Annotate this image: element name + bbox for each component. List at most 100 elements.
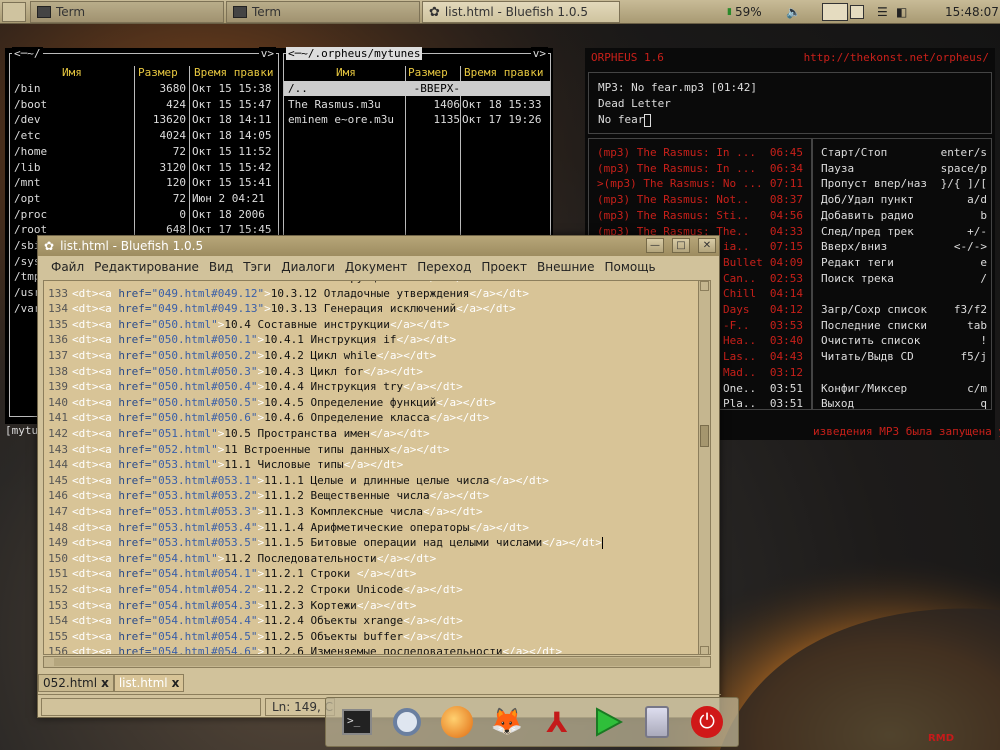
menu-1[interactable]: Редактирование [89, 260, 204, 274]
scroll-up-arrow[interactable] [700, 281, 709, 291]
file-row[interactable]: /mnt 120 Окт 15 15:41 [10, 175, 278, 190]
playlist-item[interactable]: (mp3) The Rasmus: Not.. 08:37 [593, 192, 807, 207]
code-line[interactable]: <dt><a href="050.html#050.2">10.4.2 Цикл… [72, 349, 436, 362]
file-row[interactable]: /dev 13620 Окт 18 14:11 [10, 112, 278, 127]
firefox-icon[interactable] [439, 704, 475, 740]
code-line[interactable]: <dt><a href="053.html#053.1">11.1.1 Целы… [72, 474, 549, 487]
code-line[interactable]: <dt><a href="051.html">10.5 Пространства… [72, 427, 430, 440]
playlist-item[interactable]: >(mp3) The Rasmus: No ... 07:11 [593, 176, 807, 191]
col-name[interactable]: Имя [62, 66, 82, 79]
command-item[interactable]: Вверх/вниз <-/-> [821, 239, 987, 254]
tab-list-html[interactable]: list.html x [113, 674, 185, 692]
code-line[interactable]: <dt><a href="050.html#050.3">10.4.3 Цикл… [72, 365, 423, 378]
workspace-switcher[interactable] [822, 2, 864, 22]
minimize-button[interactable]: — [646, 238, 664, 253]
power-icon[interactable]: ⏻ [689, 704, 725, 740]
code-line[interactable]: <dt><a href="053.html#053.3">11.1.3 Комп… [72, 505, 483, 518]
code-editor[interactable]: 132<dt><a href="049.html#049.11">10.3.11… [43, 280, 711, 655]
volume-icon[interactable]: 🔈 [786, 2, 801, 22]
command-item[interactable]: Поиск трека / [821, 271, 987, 286]
workspace-2[interactable] [850, 5, 864, 19]
code-line[interactable]: <dt><a href="049.html#049.13">10.3.13 Ге… [72, 302, 516, 315]
code-line[interactable]: <dt><a href="050.html#050.5">10.4.5 Опре… [72, 396, 496, 409]
tab-052-html[interactable]: 052.html x [38, 674, 114, 692]
code-line[interactable]: <dt><a href="054.html#054.5">11.2.5 Объе… [72, 630, 463, 643]
scroll-thumb[interactable] [700, 425, 709, 447]
code-line[interactable]: <dt><a href="054.html#054.6">11.2.6 Изме… [72, 645, 562, 654]
code-line[interactable]: <dt><a href="050.html#050.1">10.4.1 Инст… [72, 333, 456, 346]
code-line[interactable]: <dt><a href="053.html#053.4">11.1.4 Ариф… [72, 521, 529, 534]
command-item[interactable]: Загр/Сохр список f3/f2 [821, 302, 987, 317]
file-row[interactable]: eminem e~ore.m3u 1135 Окт 17 19:26 [284, 112, 550, 127]
player-url[interactable]: http://thekonst.net/orpheus/ [804, 51, 989, 64]
menu-9[interactable]: Помощь [599, 260, 660, 274]
menu-button[interactable] [2, 2, 26, 22]
code-line[interactable]: <dt><a href="053.html">11.1 Числовые тип… [72, 458, 403, 471]
playlist-item[interactable]: (mp3) The Rasmus: In ... 06:45 [593, 145, 807, 160]
code-line[interactable]: <dt><a href="054.html#054.4">11.2.4 Объе… [72, 614, 463, 627]
code-line[interactable]: <dt><a href="054.html#054.2">11.2.2 Стро… [72, 583, 463, 596]
menu-7[interactable]: Проект [476, 260, 532, 274]
search-icon[interactable] [389, 704, 425, 740]
gimp-icon[interactable]: 🦊 [489, 704, 525, 740]
menu-4[interactable]: Диалоги [276, 260, 340, 274]
code-line[interactable]: <dt><a href="050.html#050.6">10.4.6 Опре… [72, 411, 489, 424]
playlist-item[interactable]: (mp3) The Rasmus: Sti.. 04:56 [593, 208, 807, 223]
code-line[interactable]: <dt><a href="049.html#049.11">10.3.11 Ин… [72, 281, 483, 284]
command-item[interactable]: Доб/Удал пункт a/d [821, 192, 987, 207]
file-row[interactable]: /boot 424 Окт 15 15:47 [10, 97, 278, 112]
maximize-button[interactable]: □ [672, 238, 690, 253]
horizontal-scrollbar[interactable] [43, 656, 711, 668]
code-line[interactable]: <dt><a href="052.html">11 Встроенные тип… [72, 443, 450, 456]
task-bluefish[interactable]: ✿ list.html - Bluefish 1.0.5 [422, 1, 620, 23]
code-line[interactable]: <dt><a href="054.html">11.2 Последовател… [72, 552, 436, 565]
terminal-icon[interactable]: >_ [339, 704, 375, 740]
col-name[interactable]: Имя [336, 66, 356, 79]
code-line[interactable]: <dt><a href="050.html">10.4 Составные ин… [72, 318, 450, 331]
code-line[interactable]: <dt><a href="054.html#054.3">11.2.3 Корт… [72, 599, 416, 612]
workspace-1[interactable] [822, 3, 848, 21]
command-item[interactable]: Выход q [821, 396, 987, 411]
code-line[interactable]: <dt><a href="050.html#050.4">10.4.4 Инст… [72, 380, 463, 393]
menu-3[interactable]: Тэги [238, 260, 276, 274]
task-term-1[interactable]: Term [30, 1, 224, 23]
menu-6[interactable]: Переход [412, 260, 476, 274]
file-row[interactable]: /bin 3680 Окт 15 15:38 [10, 81, 278, 96]
close-button[interactable]: ✕ [698, 238, 716, 253]
menu-2[interactable]: Вид [204, 260, 238, 274]
file-row[interactable]: The Rasmus.m3u 1406 Окт 18 15:33 [284, 97, 550, 112]
trash-icon[interactable] [639, 704, 675, 740]
command-item[interactable]: Старт/Стоп enter/s [821, 145, 987, 160]
command-item[interactable]: Читать/Выдв CD f5/j [821, 349, 987, 364]
file-row[interactable]: /.. -ВВЕРХ- [284, 81, 550, 96]
command-item[interactable]: Очистить список! [821, 333, 987, 348]
file-row[interactable]: /opt 72 Июн 2 04:21 [10, 191, 278, 206]
scroll-down-arrow[interactable] [700, 646, 709, 654]
menu-8[interactable]: Внешние [532, 260, 599, 274]
file-row[interactable]: /lib 3120 Окт 15 15:42 [10, 160, 278, 175]
code-line[interactable]: <dt><a href="053.html#053.5">11.1.5 Бито… [72, 536, 603, 550]
command-item[interactable]: След/пред трек +/- [821, 224, 987, 239]
command-item[interactable]: Пауза space/p [821, 161, 987, 176]
window-titlebar[interactable]: ✿ list.html - Bluefish 1.0.5 [38, 236, 719, 256]
hscroll-thumb[interactable] [54, 658, 700, 666]
code-line[interactable]: <dt><a href="054.html#054.1">11.2.1 Стро… [72, 567, 416, 580]
file-row[interactable]: /proc 0 Окт 18 2006 [10, 207, 278, 222]
file-row[interactable]: /etc 4024 Окт 18 14:05 [10, 128, 278, 143]
command-item[interactable]: Последние списки tab [821, 318, 987, 333]
command-item[interactable]: Пропуст впер/наз}/{ ]/[ [821, 176, 987, 191]
media-play-icon[interactable] [589, 704, 625, 740]
col-size[interactable]: Размер [138, 66, 178, 79]
code-line[interactable]: <dt><a href="053.html#053.2">11.1.2 Веще… [72, 489, 489, 502]
task-term-2[interactable]: Term [226, 1, 420, 23]
menu-5[interactable]: Документ [340, 260, 412, 274]
close-tab-icon[interactable]: x [172, 676, 180, 690]
file-row[interactable]: /home 72 Окт 15 11:52 [10, 144, 278, 159]
command-item[interactable]: Конфиг/Миксер c/m [821, 381, 987, 396]
acrobat-icon[interactable]: ⅄ [539, 704, 575, 740]
command-item[interactable]: Добавить радио b [821, 208, 987, 223]
col-time[interactable]: Время правки [194, 66, 273, 79]
col-time[interactable]: Время правки [464, 66, 543, 79]
vertical-scrollbar[interactable] [698, 281, 710, 654]
shell-prompt[interactable]: [mytu [5, 424, 38, 437]
